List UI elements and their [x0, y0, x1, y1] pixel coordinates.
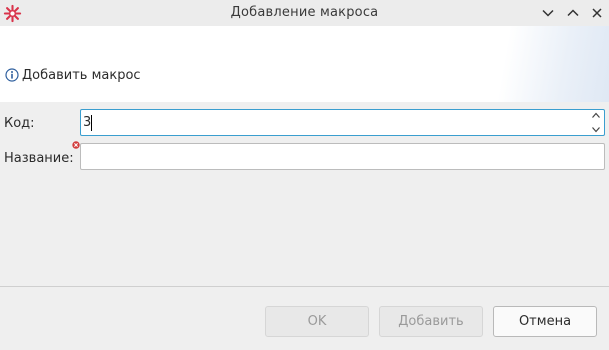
title-bar: Добавление макроса — [0, 0, 609, 26]
info-icon — [5, 68, 19, 82]
maximize-button[interactable] — [563, 3, 583, 23]
chevron-down-icon — [542, 9, 554, 17]
name-label: Название: — [4, 151, 74, 166]
spin-up-icon[interactable] — [591, 111, 601, 120]
minimize-button[interactable] — [538, 3, 558, 23]
close-icon — [592, 8, 602, 18]
footer-separator — [0, 286, 609, 287]
code-spinner[interactable] — [590, 111, 602, 134]
ok-button[interactable]: OK — [265, 306, 369, 337]
window-title: Добавление макроса — [230, 5, 379, 20]
close-button[interactable] — [587, 3, 607, 23]
header-banner: Добавить макрос — [0, 26, 609, 102]
name-input[interactable] — [81, 144, 604, 169]
banner-message: Добавить макрос — [5, 66, 141, 84]
add-button[interactable]: Добавить — [379, 306, 483, 337]
chevron-up-icon — [567, 9, 579, 17]
error-icon — [72, 141, 80, 149]
code-field[interactable] — [80, 109, 605, 136]
spin-down-icon[interactable] — [591, 125, 601, 134]
banner-text: Добавить макрос — [22, 67, 141, 83]
code-input[interactable] — [81, 110, 604, 135]
text-caret — [91, 115, 92, 131]
cancel-button[interactable]: Отмена — [493, 306, 597, 337]
name-field[interactable] — [80, 143, 605, 170]
code-label: Код: — [4, 116, 35, 131]
